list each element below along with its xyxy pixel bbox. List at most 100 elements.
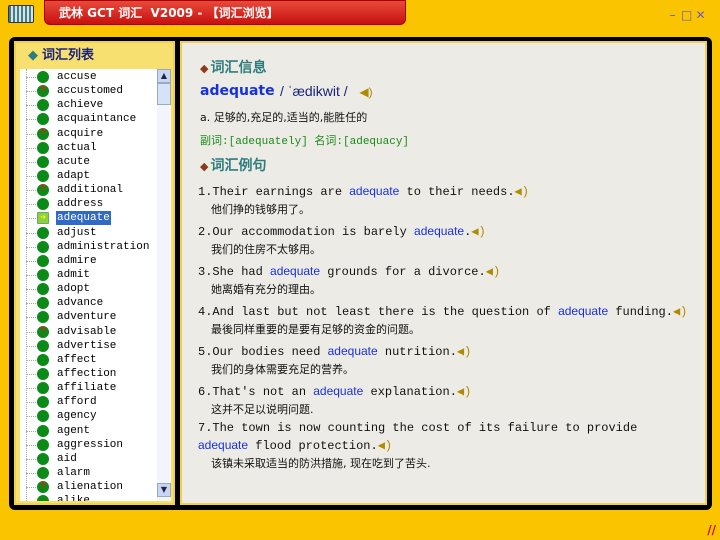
example-text: Our bodies need: [212, 345, 328, 359]
example-text: And last but not least there is the ques…: [212, 305, 559, 319]
list-item-word: additional: [57, 184, 124, 197]
info-section-header: ◆ 词汇信息: [200, 57, 266, 77]
scroll-up-button[interactable]: ▲: [157, 69, 171, 83]
list-item-word: afford: [57, 396, 97, 409]
list-item[interactable]: advance: [20, 296, 156, 310]
list-item[interactable]: afford: [20, 395, 156, 409]
known-dot-icon: [37, 396, 49, 409]
list-item[interactable]: alarm: [20, 466, 156, 480]
known-dot-icon: [37, 254, 49, 267]
list-item-word: actual: [57, 141, 97, 154]
list-item[interactable]: aggression: [20, 438, 156, 452]
list-item[interactable]: affection: [20, 367, 156, 381]
example-text: She had: [212, 265, 271, 279]
known-dot-icon: [37, 311, 49, 324]
speaker-icon[interactable]: ◀): [673, 304, 687, 321]
list-item-word: advisable: [57, 325, 117, 338]
known-dot-icon: [37, 169, 49, 182]
example-number: 3.: [198, 265, 213, 279]
list-item[interactable]: agency: [20, 409, 156, 423]
list-item[interactable]: alike: [20, 494, 156, 501]
example-text: That's not an: [212, 385, 314, 399]
example-keyword[interactable]: adequate: [328, 344, 378, 358]
list-item[interactable]: ? accustomed: [20, 84, 156, 98]
list-item[interactable]: adjust: [20, 226, 156, 240]
list-item[interactable]: admire: [20, 254, 156, 268]
known-dot-icon: [37, 240, 49, 253]
list-item[interactable]: acute: [20, 155, 156, 169]
list-item[interactable]: address: [20, 197, 156, 211]
list-item-word: aggression: [57, 438, 124, 451]
speaker-icon[interactable]: ◀): [378, 438, 392, 455]
example-text: Their earnings are: [212, 185, 350, 199]
list-item-word: adjust: [57, 226, 97, 239]
list-item-word: affiliate: [57, 382, 117, 395]
list-item[interactable]: achieve: [20, 98, 156, 112]
scroll-down-button[interactable]: ▼: [157, 483, 171, 497]
definition: a. 足够的,充足的,适当的,能胜任的: [200, 111, 368, 124]
list-item[interactable]: ? additional: [20, 183, 156, 197]
list-item[interactable]: aid: [20, 452, 156, 466]
list-item-word: aid: [57, 452, 77, 465]
scrollbar[interactable]: ▲ ▼: [157, 69, 171, 501]
example-keyword[interactable]: adequate: [270, 264, 320, 278]
maximize-icon[interactable]: □: [681, 9, 692, 21]
list-item[interactable]: agent: [20, 424, 156, 438]
speaker-icon[interactable]: ◀): [515, 184, 529, 201]
diamond-icon: ◆: [200, 62, 209, 75]
known-dot-icon: [37, 367, 49, 380]
known-dot-icon: [37, 141, 49, 154]
example-text: The town is now counting the cost of its…: [212, 421, 638, 435]
known-dot-icon: [37, 226, 49, 239]
list-item[interactable]: accuse: [20, 70, 156, 84]
speaker-icon[interactable]: ◀): [457, 384, 471, 401]
speaker-icon[interactable]: ◀): [359, 85, 372, 99]
example-text: .: [464, 225, 472, 239]
speaker-icon[interactable]: ◀): [471, 224, 485, 241]
list-item[interactable]: adventure: [20, 310, 156, 324]
example-sentence: 2.Our accommodation is barely adequate.◀…: [198, 223, 694, 259]
list-item[interactable]: adopt: [20, 282, 156, 296]
word-list[interactable]: accuse? accustomed achieve acquaintance? acq…: [20, 69, 171, 501]
list-item[interactable]: adapt: [20, 169, 156, 183]
close-icon[interactable]: ✕: [695, 9, 706, 21]
list-item[interactable]: administration: [20, 240, 156, 254]
resize-grip-icon[interactable]: //: [707, 523, 716, 537]
list-item[interactable]: acquaintance: [20, 112, 156, 126]
question-mark-icon: ?: [37, 325, 49, 338]
minimize-icon[interactable]: –: [667, 9, 678, 21]
speaker-icon[interactable]: ◀): [457, 344, 471, 361]
example-keyword[interactable]: adequate: [349, 184, 399, 198]
list-item-word: alarm: [57, 466, 91, 479]
list-item[interactable]: ? alienation: [20, 480, 156, 494]
example-text: grounds for a divorce.: [320, 265, 486, 279]
speaker-icon[interactable]: ◀): [486, 264, 500, 281]
selected-arrow-icon: ➔: [37, 212, 49, 225]
example-translation: 该镇未采取适当的防洪措施, 现在吃到了苦头.: [211, 457, 431, 470]
list-item[interactable]: affiliate: [20, 381, 156, 395]
list-item[interactable]: ➔ adequate: [20, 211, 156, 226]
example-text: to their needs.: [399, 185, 515, 199]
example-keyword[interactable]: adequate: [558, 304, 608, 318]
example-keyword[interactable]: adequate: [313, 384, 363, 398]
example-keyword[interactable]: adequate: [198, 438, 248, 452]
known-dot-icon: [37, 452, 49, 465]
list-item[interactable]: admit: [20, 268, 156, 282]
word-forms: 副词:[adequately] 名词:[adequacy]: [200, 136, 410, 148]
known-dot-icon: [37, 438, 49, 451]
list-item[interactable]: actual: [20, 141, 156, 155]
list-item[interactable]: ? acquire: [20, 127, 156, 141]
example-text: Our accommodation is barely: [212, 225, 415, 239]
list-item[interactable]: ? advisable: [20, 325, 156, 339]
list-item[interactable]: affect: [20, 353, 156, 367]
examples-section-title: 词汇例句: [210, 158, 267, 174]
list-item[interactable]: advertise: [20, 339, 156, 353]
examples-section-header: ◆ 词汇例句: [200, 155, 266, 175]
question-mark-icon: ?: [37, 127, 49, 140]
scroll-thumb[interactable]: [157, 83, 171, 105]
example-keyword[interactable]: adequate: [414, 224, 464, 238]
list-item-word: affect: [57, 353, 97, 366]
list-item-word: address: [57, 198, 104, 211]
known-dot-icon: [37, 155, 49, 168]
known-dot-icon: [37, 466, 49, 479]
